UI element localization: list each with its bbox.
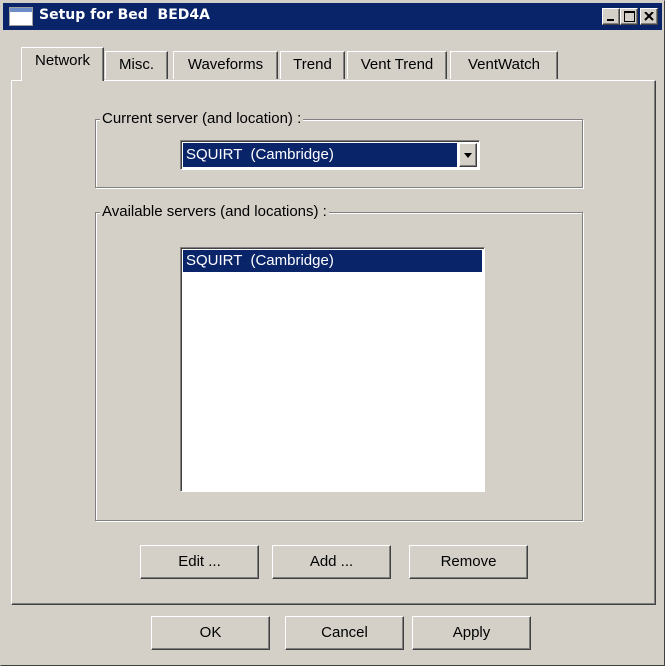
tab-trend[interactable]: Trend	[280, 51, 345, 79]
tab-network[interactable]: Network	[21, 47, 104, 81]
available-servers-group: Available servers (and locations) : SQUI…	[95, 203, 583, 521]
chevron-down-icon[interactable]	[459, 143, 477, 167]
ok-button[interactable]: OK	[151, 616, 270, 650]
network-tab-panel: Current server (and location) : SQUIRT (…	[11, 80, 656, 605]
close-icon[interactable]	[640, 8, 658, 25]
available-servers-list[interactable]: SQUIRT (Cambridge)	[180, 247, 485, 492]
current-server-group: Current server (and location) : SQUIRT (…	[95, 110, 583, 188]
tab-waveforms[interactable]: Waveforms	[173, 51, 278, 79]
available-servers-label: Available servers (and locations) :	[100, 203, 329, 221]
tab-ventwatch[interactable]: VentWatch	[450, 51, 558, 79]
window-title: Setup for Bed BED4A	[39, 7, 210, 23]
setup-dialog: Setup for Bed BED4A Network Misc. Wavefo…	[0, 0, 665, 666]
cancel-button[interactable]: Cancel	[285, 616, 404, 650]
remove-button[interactable]: Remove	[409, 545, 528, 579]
current-server-value: SQUIRT (Cambridge)	[183, 143, 457, 167]
title-bar[interactable]: Setup for Bed BED4A	[3, 3, 662, 30]
tab-misc[interactable]: Misc.	[105, 51, 168, 79]
tab-vent-trend[interactable]: Vent Trend	[347, 51, 447, 79]
list-item[interactable]: SQUIRT (Cambridge)	[183, 250, 482, 272]
maximize-icon[interactable]	[620, 8, 638, 25]
add-button[interactable]: Add ...	[272, 545, 391, 579]
minimize-icon[interactable]	[602, 8, 620, 25]
current-server-label: Current server (and location) :	[100, 110, 304, 128]
current-server-dropdown[interactable]: SQUIRT (Cambridge)	[180, 140, 480, 170]
apply-button[interactable]: Apply	[412, 616, 531, 650]
edit-button[interactable]: Edit ...	[140, 545, 259, 579]
window-icon	[9, 7, 33, 26]
